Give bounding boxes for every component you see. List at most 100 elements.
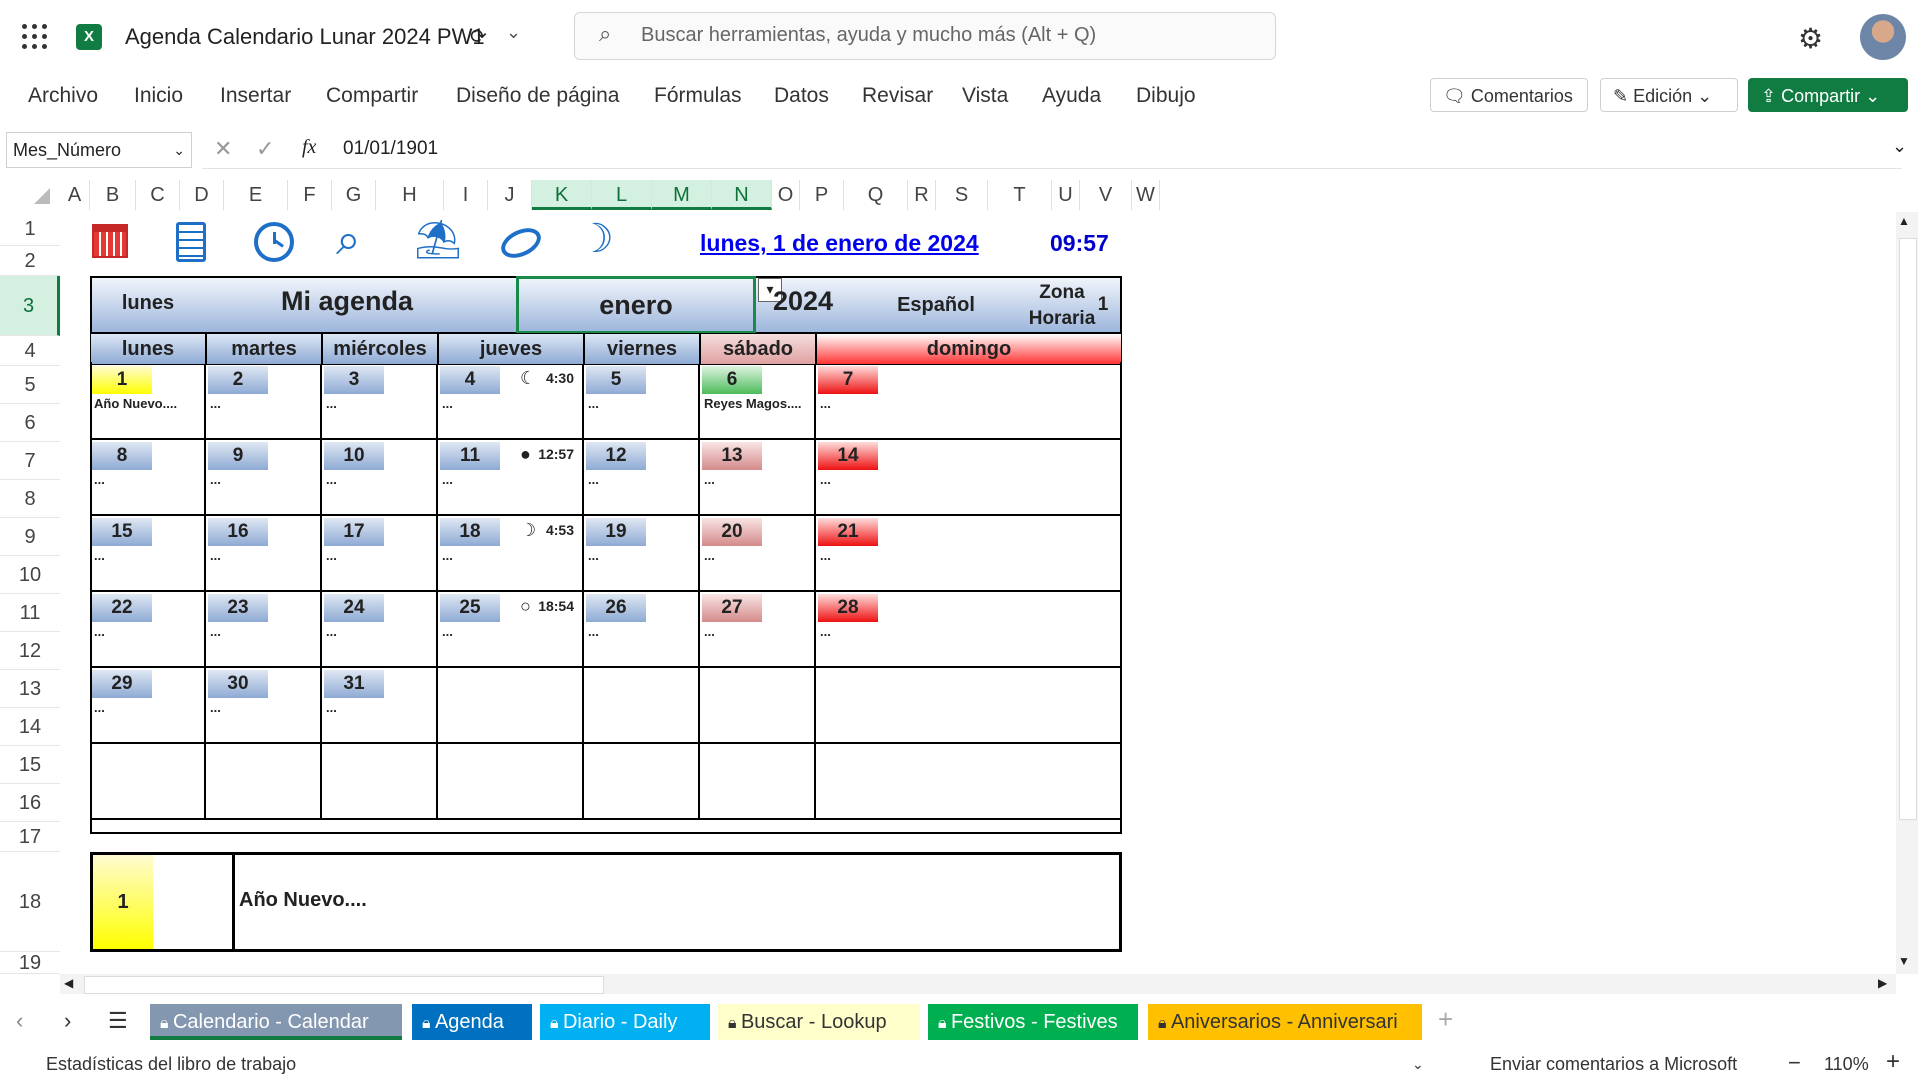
column-header[interactable]: V: [1080, 180, 1132, 210]
row-header[interactable]: 9: [0, 518, 60, 556]
chevron-down-icon[interactable]: ⌄: [506, 22, 521, 43]
day-cell[interactable]: [816, 744, 1122, 820]
day-cell[interactable]: 28...: [816, 592, 1122, 668]
day-cell[interactable]: 22...: [90, 592, 206, 668]
scroll-down-icon[interactable]: ▼: [1898, 954, 1910, 968]
enter-check-icon[interactable]: ✓: [256, 136, 274, 162]
row-header[interactable]: 1: [0, 212, 60, 246]
column-header[interactable]: L: [592, 180, 652, 210]
day-cell[interactable]: 26...: [584, 592, 700, 668]
day-cell[interactable]: 15...: [90, 516, 206, 592]
insert-function-icon[interactable]: fx: [302, 136, 316, 159]
day-cell[interactable]: 16...: [206, 516, 322, 592]
worksheet-grid[interactable]: ⌕ ⛱ ☽ lunes, 1 de enero de 2024 09:57 lu…: [60, 212, 1895, 974]
day-cell[interactable]: [322, 744, 438, 820]
column-header[interactable]: F: [288, 180, 332, 210]
column-header[interactable]: D: [180, 180, 224, 210]
day-cell[interactable]: 2...: [206, 364, 322, 440]
row-header[interactable]: 13: [0, 670, 60, 708]
row-header[interactable]: 16: [0, 784, 60, 822]
row-header[interactable]: 10: [0, 556, 60, 594]
day-cell[interactable]: 25... ○ 18:54: [438, 592, 584, 668]
row-header[interactable]: 5: [0, 366, 60, 404]
all-sheets-menu-icon[interactable]: ☰: [108, 1008, 128, 1034]
app-launcher-icon[interactable]: [22, 24, 48, 50]
day-cell[interactable]: 19...: [584, 516, 700, 592]
scroll-up-icon[interactable]: ▲: [1898, 214, 1910, 228]
day-cell[interactable]: [700, 744, 816, 820]
day-cell[interactable]: 4... ☾ 4:30: [438, 364, 584, 440]
menu-2[interactable]: Insertar: [220, 84, 291, 108]
share-button[interactable]: ⇪ Compartir ⌄: [1748, 78, 1908, 112]
horizontal-scroll-thumb[interactable]: [84, 976, 604, 994]
autosave-icon[interactable]: ⟳: [470, 24, 487, 49]
column-header[interactable]: G: [332, 180, 376, 210]
menu-10[interactable]: Dibujo: [1136, 84, 1196, 108]
search-box[interactable]: ⌕ Buscar herramientas, ayuda y mucho más…: [574, 12, 1276, 60]
moon-stars-icon[interactable]: ☽: [578, 216, 614, 262]
settings-gear-icon[interactable]: ⚙: [1798, 22, 1823, 55]
day-cell[interactable]: 29...: [90, 668, 206, 744]
row-header[interactable]: 2: [0, 246, 60, 276]
row-header[interactable]: 4: [0, 336, 60, 366]
row-header[interactable]: 3: [0, 276, 60, 336]
day-cell[interactable]: [700, 668, 816, 744]
menu-3[interactable]: Compartir: [326, 84, 418, 108]
day-cell[interactable]: 9...: [206, 440, 322, 516]
column-header[interactable]: R: [908, 180, 936, 210]
list-icon[interactable]: [176, 222, 206, 262]
day-cell[interactable]: 20...: [700, 516, 816, 592]
current-date-link[interactable]: lunes, 1 de enero de 2024: [700, 230, 979, 257]
column-header[interactable]: C: [136, 180, 180, 210]
feedback-link[interactable]: Enviar comentarios a Microsoft: [1490, 1054, 1737, 1075]
day-cell[interactable]: [584, 744, 700, 820]
previous-sheet-icon[interactable]: ‹: [16, 1008, 23, 1034]
day-cell[interactable]: [206, 744, 322, 820]
row-header[interactable]: 11: [0, 594, 60, 632]
formula-input[interactable]: 01/01/1901: [343, 138, 438, 160]
day-cell[interactable]: 1 Año Nuevo....: [90, 364, 206, 440]
day-cell[interactable]: [584, 668, 700, 744]
chevron-down-icon[interactable]: ⌄: [1412, 1056, 1424, 1073]
day-cell[interactable]: 18... ☽ 4:53: [438, 516, 584, 592]
day-cell[interactable]: [816, 668, 1122, 744]
day-cell[interactable]: 13...: [700, 440, 816, 516]
day-cell[interactable]: 8...: [90, 440, 206, 516]
beach-umbrella-icon[interactable]: ⛱: [414, 218, 462, 262]
month-selector[interactable]: enero: [516, 276, 756, 334]
column-header[interactable]: H: [376, 180, 444, 210]
row-header[interactable]: 18: [0, 852, 60, 952]
comments-button[interactable]: 🗨 Comentarios: [1430, 78, 1588, 112]
row-header[interactable]: 12: [0, 632, 60, 670]
column-header[interactable]: M: [652, 180, 712, 210]
add-sheet-icon[interactable]: +: [1438, 1004, 1453, 1035]
menu-1[interactable]: Inicio: [134, 84, 183, 108]
column-header[interactable]: B: [90, 180, 136, 210]
next-sheet-icon[interactable]: ›: [64, 1008, 71, 1034]
row-header[interactable]: 17: [0, 822, 60, 852]
column-header[interactable]: T: [988, 180, 1052, 210]
row-header[interactable]: 14: [0, 708, 60, 746]
calendar-icon[interactable]: [92, 224, 128, 258]
workbook-statistics[interactable]: Estadísticas del libro de trabajo: [46, 1054, 296, 1075]
column-header[interactable]: I: [444, 180, 488, 210]
column-header[interactable]: U: [1052, 180, 1080, 210]
column-header[interactable]: Q: [844, 180, 908, 210]
menu-6[interactable]: Datos: [774, 84, 829, 108]
editing-mode-button[interactable]: ✎ Edición ⌄: [1600, 78, 1738, 112]
search-icon[interactable]: ⌕: [336, 218, 361, 262]
sheet-tab[interactable]: 🔒︎ Calendario - Calendar: [150, 1004, 402, 1040]
name-box[interactable]: Mes_Número ⌄: [6, 132, 192, 168]
column-header[interactable]: A: [60, 180, 90, 210]
scroll-left-icon[interactable]: ◀: [64, 976, 73, 990]
menu-0[interactable]: Archivo: [28, 84, 98, 108]
row-header[interactable]: 8: [0, 480, 60, 518]
menu-4[interactable]: Diseño de página: [456, 84, 619, 108]
day-cell[interactable]: 6 Reyes Magos....: [700, 364, 816, 440]
day-cell[interactable]: 3...: [322, 364, 438, 440]
column-header[interactable]: O: [772, 180, 800, 210]
day-cell[interactable]: [438, 668, 584, 744]
sheet-tab[interactable]: 🔒︎ Buscar - Lookup: [718, 1004, 920, 1040]
chevron-down-icon[interactable]: ⌄: [173, 133, 185, 167]
day-cell[interactable]: 12...: [584, 440, 700, 516]
